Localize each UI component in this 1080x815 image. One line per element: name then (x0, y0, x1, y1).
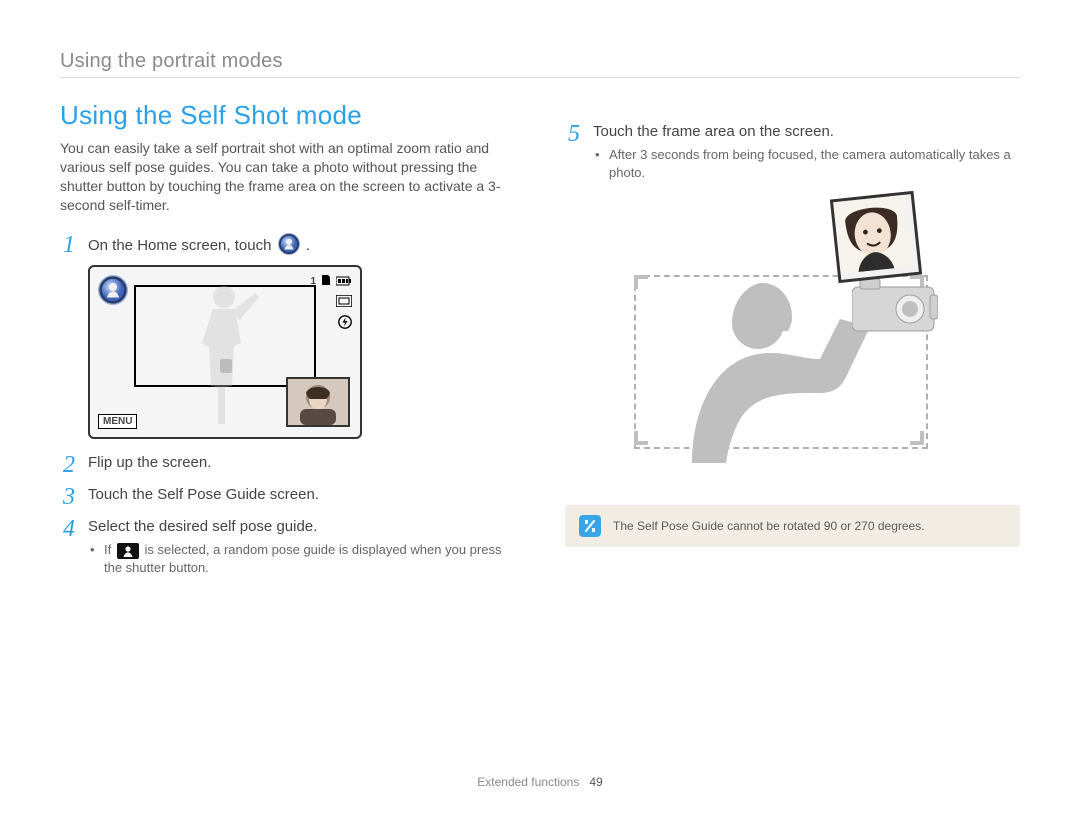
step-sub: After 3 seconds from being focused, the … (595, 146, 1020, 181)
battery-icon (336, 273, 352, 290)
camera-icon (852, 279, 938, 337)
pose-silhouette-icon (180, 281, 270, 435)
menu-button: MENU (98, 414, 137, 429)
step-number: 1 (60, 233, 78, 257)
step-sub: If is selected, a random pose guide is d… (90, 541, 515, 577)
step-body: On the Home screen, touch . (88, 233, 515, 256)
step-number: 2 (60, 453, 78, 477)
step-text-after: . (306, 237, 310, 254)
shots-count: 1 (310, 276, 316, 287)
left-column: Using the Self Shot mode You can easily … (60, 100, 515, 584)
step-text: Touch the Self Pose Guide screen. (88, 485, 515, 505)
random-pose-icon (117, 543, 139, 559)
self-shot-mode-icon (98, 275, 128, 309)
info-note: The Self Pose Guide cannot be rotated 90… (565, 505, 1020, 547)
status-icons: 1 (310, 273, 352, 333)
lcd-illustration: 1 MENU (88, 265, 362, 439)
step-3: 3 Touch the Self Pose Guide screen. (60, 485, 515, 509)
aspect-ratio-icon (336, 294, 352, 311)
page-title: Using the Self Shot mode (60, 100, 515, 131)
note-text: The Self Pose Guide cannot be rotated 90… (613, 519, 925, 533)
step-4: 4 Select the desired self pose guide. If… (60, 517, 515, 577)
flash-off-icon (338, 315, 352, 333)
flipped-screen (829, 191, 921, 283)
step-number: 3 (60, 485, 78, 509)
step-5: 5 Touch the frame area on the screen. Af… (565, 122, 1020, 181)
step-body: Touch the frame area on the screen. Afte… (593, 122, 1020, 181)
picture-in-picture (286, 377, 350, 427)
step-number: 5 (565, 122, 583, 146)
page-footer: Extended functions 49 (0, 775, 1080, 789)
sub-after: is selected, a random pose guide is disp… (104, 542, 501, 575)
right-column: 5 Touch the frame area on the screen. Af… (565, 100, 1020, 584)
step-number: 4 (60, 517, 78, 541)
intro-text: You can easily take a self portrait shot… (60, 139, 515, 215)
step-text: Select the desired self pose guide. (88, 518, 317, 535)
self-shot-mode-icon (278, 233, 300, 255)
section-header: Using the portrait modes (60, 50, 1020, 73)
step-1: 1 On the Home screen, touch . (60, 233, 515, 257)
memory-card-icon (320, 273, 332, 290)
info-icon (579, 515, 601, 537)
sub-before: If (104, 542, 115, 557)
content-columns: Using the Self Shot mode You can easily … (60, 100, 1020, 584)
self-shot-illustration (628, 195, 958, 455)
step-text: On the Home screen, touch (88, 237, 276, 254)
step-text: Touch the frame area on the screen. (593, 123, 834, 140)
step-2: 2 Flip up the screen. (60, 453, 515, 477)
manual-page: Using the portrait modes Using the Self … (0, 0, 1080, 815)
footer-page: 49 (589, 775, 602, 789)
step-text: Flip up the screen. (88, 453, 515, 473)
divider (60, 77, 1020, 78)
step-body: Select the desired self pose guide. If i… (88, 517, 515, 577)
footer-chapter: Extended functions (477, 775, 579, 789)
